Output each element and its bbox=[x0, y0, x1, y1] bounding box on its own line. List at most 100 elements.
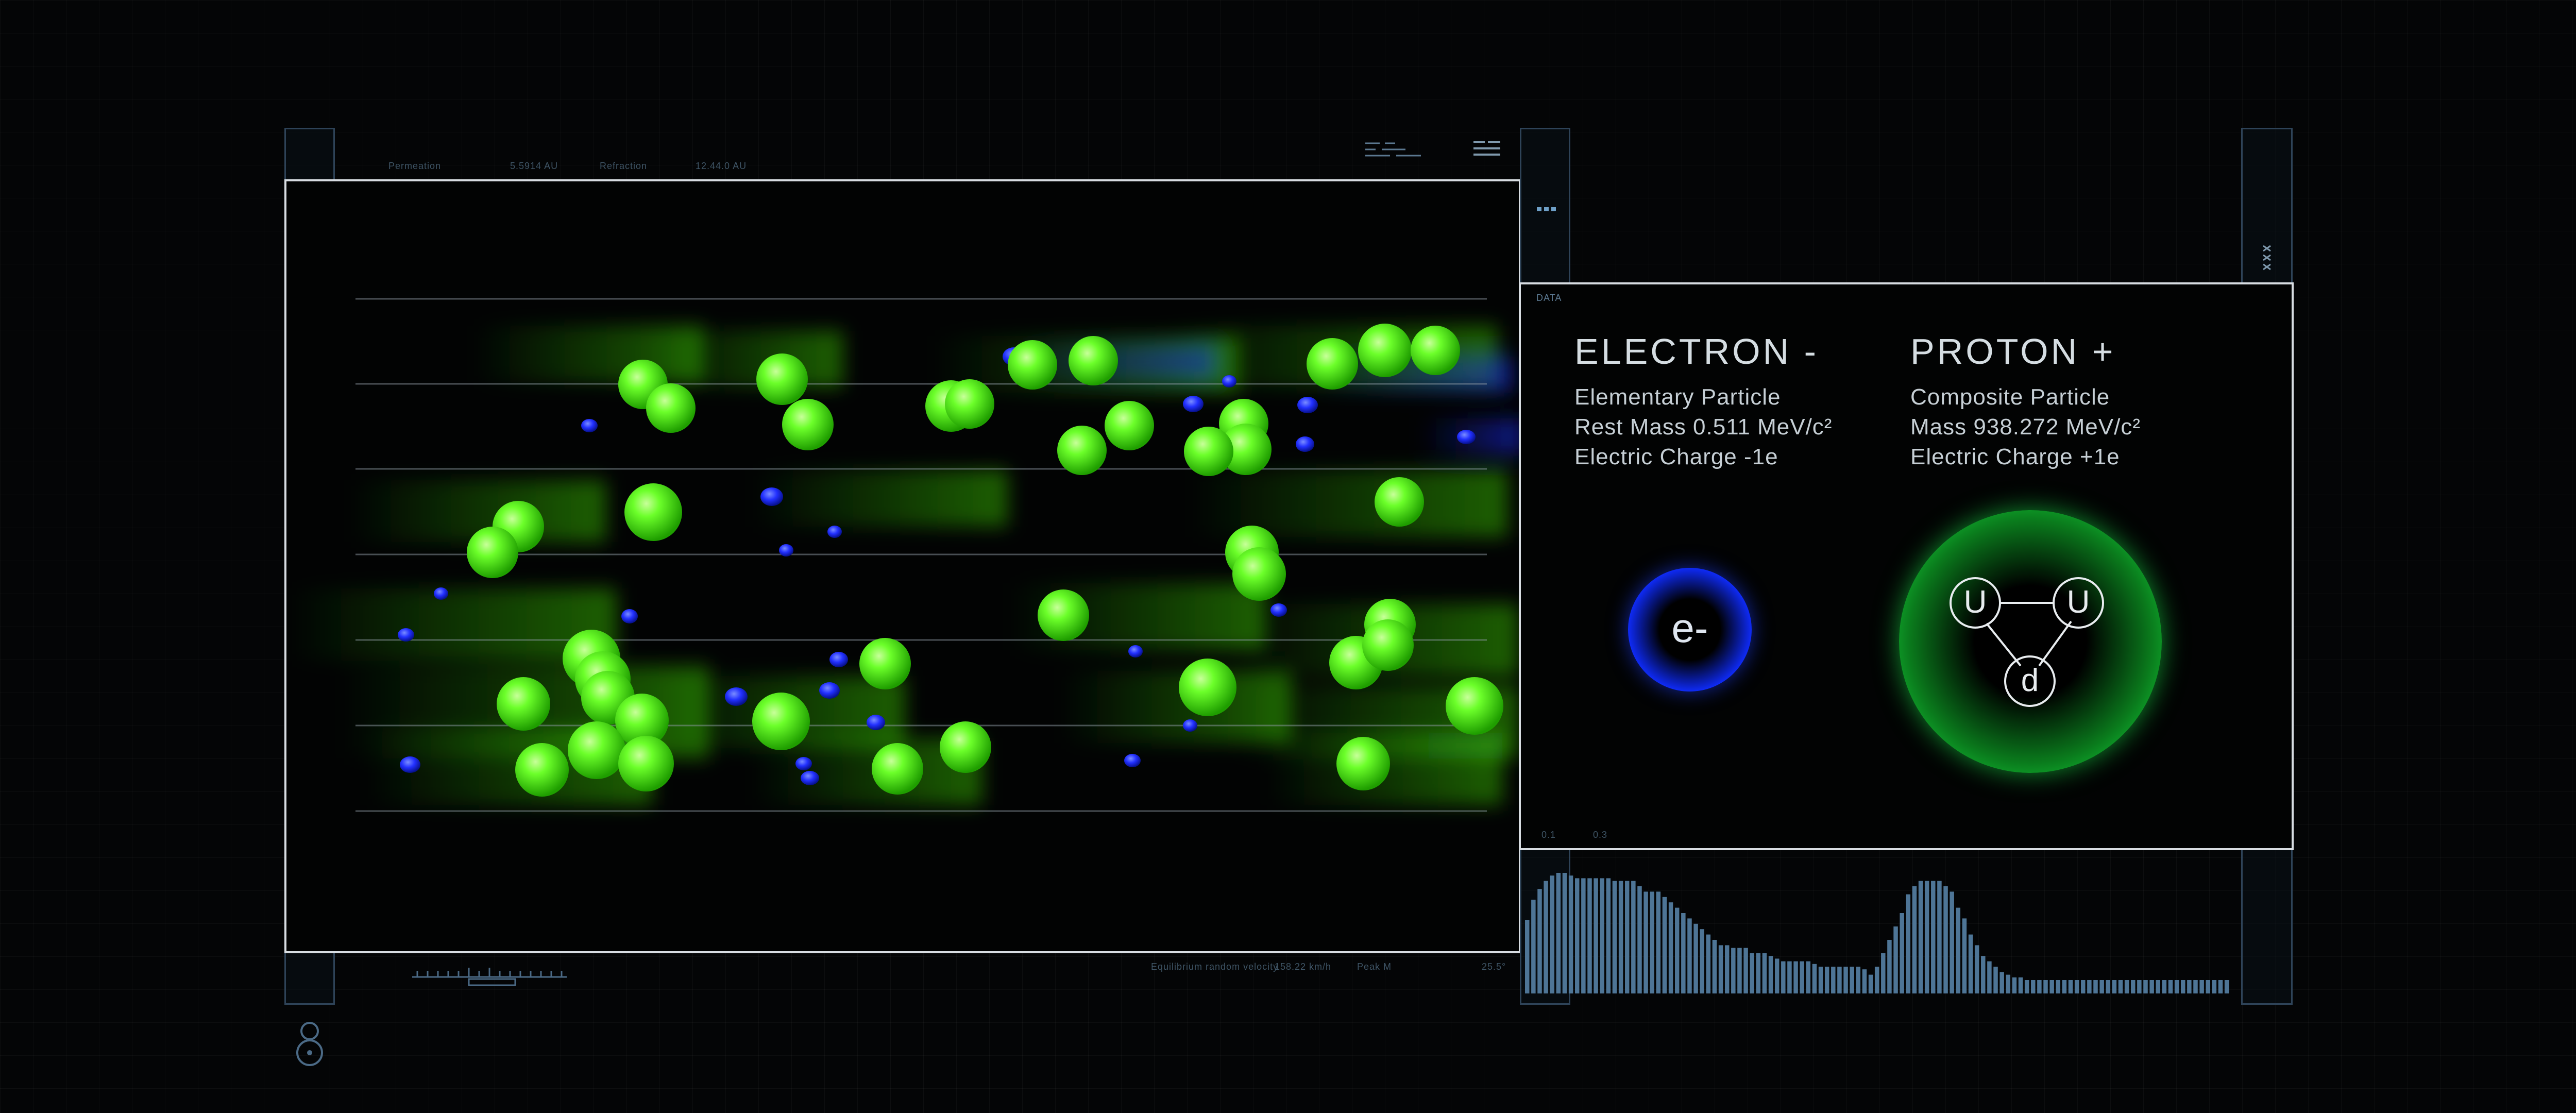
histogram-bar bbox=[1856, 967, 1861, 993]
histogram-bar bbox=[1968, 934, 1973, 993]
energy-histogram bbox=[1525, 873, 2229, 993]
histogram-bar bbox=[2056, 980, 2061, 993]
histogram-bar bbox=[1937, 881, 1942, 993]
close-stack-icon[interactable] bbox=[2260, 244, 2275, 275]
particle-data-panel: DATA ELECTRON - Elementary Particle Rest… bbox=[1519, 282, 2294, 850]
histogram-bar bbox=[2031, 980, 2036, 993]
histogram-bar bbox=[1906, 894, 1911, 993]
histogram-bar bbox=[2137, 980, 2142, 993]
histogram-bar bbox=[1606, 878, 1611, 993]
histogram-bar bbox=[1812, 964, 1817, 993]
histogram-bar bbox=[1737, 948, 1742, 993]
histogram-bar bbox=[1624, 881, 1630, 993]
histogram-bar bbox=[1862, 969, 1867, 993]
histogram-bar bbox=[1762, 953, 1767, 993]
quark-up-2: U bbox=[2066, 584, 2090, 620]
histogram-bar bbox=[1612, 881, 1617, 993]
histogram-bar bbox=[1918, 881, 1923, 993]
histogram-bar bbox=[2068, 980, 2073, 993]
histogram-bar bbox=[2212, 980, 2217, 993]
target-bottom-icon[interactable] bbox=[295, 1038, 324, 1067]
histogram-bar bbox=[1806, 961, 1811, 993]
histogram-bar bbox=[1999, 972, 2004, 993]
histogram-bar bbox=[1587, 878, 1592, 993]
histogram-bar bbox=[1631, 881, 1636, 993]
histogram-bar bbox=[1868, 974, 1873, 993]
histogram-bar bbox=[1893, 926, 1898, 993]
histogram-bar bbox=[1900, 913, 1904, 993]
histogram-bar bbox=[1562, 873, 1567, 993]
histogram-bar bbox=[1618, 881, 1623, 993]
histogram-bar bbox=[1550, 875, 1554, 993]
histogram-bar bbox=[1781, 961, 1786, 993]
electron-symbol: e- bbox=[1671, 605, 1708, 651]
histogram-bar bbox=[1700, 929, 1704, 993]
header-value-refraction: 12.44.0 AU bbox=[696, 161, 747, 171]
proton-quark-orb: U U d bbox=[1899, 510, 2162, 773]
histogram-bar bbox=[1637, 886, 1642, 993]
histogram-bar bbox=[1674, 907, 1680, 993]
histogram-bar bbox=[1924, 881, 1929, 993]
histogram-bar bbox=[1993, 967, 1998, 993]
histogram-bar bbox=[1712, 940, 1717, 993]
histogram-bar bbox=[2193, 980, 2198, 993]
histogram-bar bbox=[2187, 980, 2192, 993]
histogram-bar bbox=[1568, 875, 1573, 993]
electron-title: ELECTRON - bbox=[1574, 331, 1819, 372]
histogram-bar bbox=[2206, 980, 2210, 993]
histogram-bar bbox=[1874, 967, 1879, 993]
simulation-canvas bbox=[286, 233, 1519, 903]
histogram-bar bbox=[1962, 918, 1967, 993]
histogram-bar bbox=[1668, 902, 1673, 993]
histogram-bar bbox=[2224, 980, 2229, 993]
histogram-bar bbox=[2062, 980, 2067, 993]
histogram-bar bbox=[1987, 961, 1992, 993]
histogram-bar bbox=[2081, 980, 2086, 993]
footer-value-velocity: 158.22 km/h bbox=[1275, 962, 1332, 972]
proton-charge: Electric Charge +1e bbox=[1910, 444, 2120, 469]
scale-label-2: 0.3 bbox=[1593, 830, 1608, 840]
horizontal-ruler[interactable] bbox=[412, 966, 572, 988]
histogram-bar bbox=[1693, 923, 1698, 993]
quark-up-1: U bbox=[1963, 584, 1987, 620]
histogram-bar bbox=[1656, 891, 1661, 993]
histogram-bar bbox=[1556, 873, 1561, 993]
histogram-bar bbox=[1687, 918, 1692, 993]
histogram-bar bbox=[2168, 980, 2173, 993]
histogram-bar bbox=[2149, 980, 2154, 993]
histogram-bar bbox=[1981, 956, 1986, 993]
menu-lines-icon[interactable] bbox=[1472, 140, 1501, 159]
histogram-bar bbox=[2024, 980, 2029, 993]
electron-charge: Electric Charge -1e bbox=[1574, 444, 1778, 469]
grid-readout-icon[interactable] bbox=[1364, 140, 1426, 159]
histogram-bar bbox=[1531, 900, 1536, 993]
footer-value-peak: 25.5° bbox=[1482, 962, 1506, 972]
histogram-bar bbox=[1881, 953, 1886, 993]
histogram-bar bbox=[1912, 886, 1917, 993]
histogram-bar bbox=[2112, 980, 2117, 993]
histogram-bar bbox=[1706, 934, 1711, 993]
histogram-bar bbox=[2012, 977, 2017, 993]
header-value-permeation: 5.5914 AU bbox=[510, 161, 558, 171]
proton-title: PROTON + bbox=[1910, 331, 2116, 372]
particle-simulation-panel[interactable] bbox=[284, 179, 1521, 953]
histogram-bar bbox=[2199, 980, 2204, 993]
scale-label-1: 0.1 bbox=[1541, 830, 1556, 840]
proton-type: Composite Particle bbox=[1910, 384, 2110, 410]
histogram-bar bbox=[2156, 980, 2160, 993]
electron-mass: Rest Mass 0.511 MeV/c² bbox=[1574, 414, 1833, 440]
histogram-bar bbox=[2049, 980, 2054, 993]
histogram-bar bbox=[1843, 967, 1848, 993]
histogram-bar bbox=[2006, 974, 2011, 993]
histogram-bar bbox=[1774, 958, 1780, 993]
dots-icon[interactable] bbox=[1537, 206, 1557, 212]
histogram-bar bbox=[1544, 881, 1548, 993]
histogram-bar bbox=[2093, 980, 2098, 993]
histogram-bar bbox=[1950, 891, 1954, 993]
footer-label-velocity: Equilibrium random velocity bbox=[1151, 962, 1279, 972]
header-label-permeation: Permeation bbox=[388, 161, 442, 171]
histogram-bar bbox=[1793, 961, 1798, 993]
histogram-bar bbox=[1974, 945, 1979, 993]
histogram-bar bbox=[1743, 948, 1748, 993]
quark-bonds bbox=[1950, 577, 2104, 707]
